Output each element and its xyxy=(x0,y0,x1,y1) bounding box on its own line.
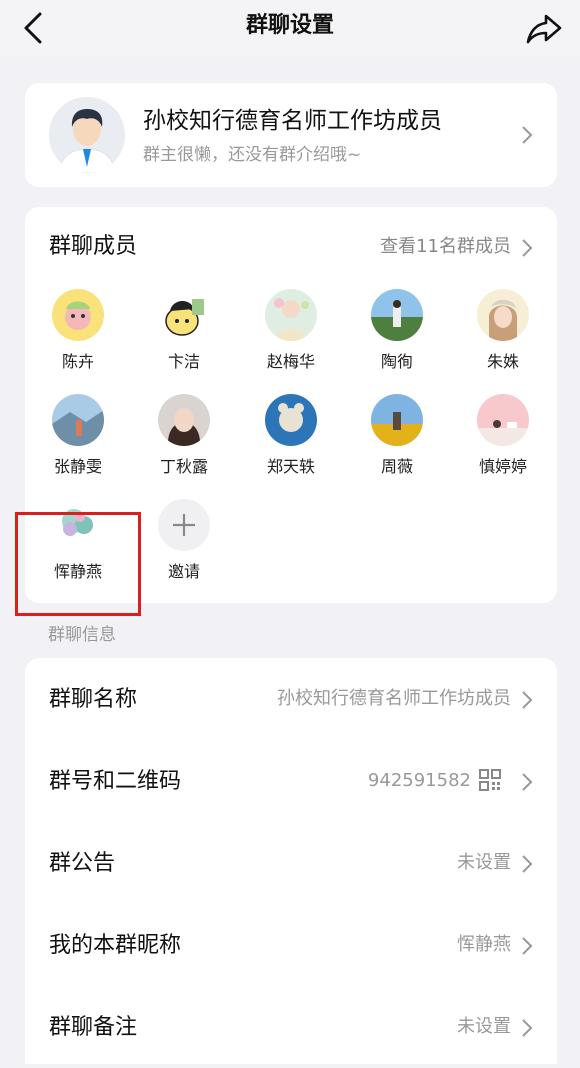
member-item[interactable]: 周薇 xyxy=(357,394,437,490)
member-name: 郑天轶 xyxy=(266,457,315,476)
group-info-card: 群聊名称 孙校知行德育名师工作坊成员 群号和二维码 942591582 群公告 … xyxy=(25,658,557,1064)
member-item[interactable]: 朱姝 xyxy=(463,289,543,385)
member-name: 丁秋露 xyxy=(159,457,208,476)
member-avatar xyxy=(158,394,210,446)
member-name: 陈卉 xyxy=(61,352,94,371)
member-item[interactable]: 丁秋露 xyxy=(144,394,224,490)
group-name: 孙校知行德育名师工作坊成员 xyxy=(143,108,442,134)
row-label: 群号和二维码 xyxy=(49,769,182,794)
view-all-members-link[interactable]: 查看11名群成员 xyxy=(380,234,511,260)
my-group-nickname-row[interactable]: 我的本群昵称 恽静燕 xyxy=(25,904,557,986)
member-avatar xyxy=(158,289,210,341)
qr-code-icon xyxy=(479,769,501,791)
plus-icon xyxy=(173,514,195,536)
chevron-right-icon xyxy=(522,691,533,709)
highlight-box xyxy=(15,512,141,616)
member-avatar xyxy=(371,394,423,446)
member-item[interactable]: 张静雯 xyxy=(38,394,118,490)
members-title: 群聊成员 xyxy=(49,234,138,259)
group-intro: 群主很懒，还没有群介绍哦~ xyxy=(143,145,362,165)
row-value: 未设置 xyxy=(457,852,511,873)
member-name: 周薇 xyxy=(380,457,413,476)
member-item[interactable]: 郑天轶 xyxy=(251,394,331,490)
group-remark-row[interactable]: 群聊备注 未设置 xyxy=(25,986,557,1068)
member-avatar xyxy=(265,289,317,341)
row-value: 942591582 xyxy=(367,770,471,791)
section-label: 群聊信息 xyxy=(48,625,116,645)
chevron-right-icon xyxy=(522,937,533,955)
page-title: 群聊设置 xyxy=(245,13,334,38)
invite-circle xyxy=(158,499,210,551)
member-name: 慎婷婷 xyxy=(478,457,527,476)
row-label: 群聊名称 xyxy=(49,687,138,712)
member-name: 卞洁 xyxy=(167,352,200,371)
row-label: 我的本群昵称 xyxy=(49,933,182,958)
member-item[interactable]: 陶徇 xyxy=(357,289,437,385)
member-item[interactable]: 赵梅华 xyxy=(251,289,331,385)
nav-bar: 群聊设置 xyxy=(0,0,580,56)
share-icon[interactable] xyxy=(524,8,564,48)
member-avatar xyxy=(477,394,529,446)
member-item[interactable]: 慎婷婷 xyxy=(463,394,543,490)
invite-button[interactable]: 邀请 xyxy=(144,499,224,595)
group-announcement-row[interactable]: 群公告 未设置 xyxy=(25,822,557,904)
row-value: 未设置 xyxy=(457,1016,511,1037)
member-item[interactable]: 陈卉 xyxy=(38,289,118,385)
member-avatar xyxy=(52,289,104,341)
row-label: 群公告 xyxy=(49,851,116,876)
row-label: 群聊备注 xyxy=(49,1015,138,1040)
chevron-right-icon xyxy=(522,126,533,144)
member-name: 张静雯 xyxy=(53,457,102,476)
member-name: 朱姝 xyxy=(486,352,519,371)
chevron-right-icon xyxy=(522,1019,533,1037)
group-name-row[interactable]: 群聊名称 孙校知行德育名师工作坊成员 xyxy=(25,658,557,740)
member-avatar xyxy=(371,289,423,341)
chevron-right-icon xyxy=(522,855,533,873)
row-value: 孙校知行德育名师工作坊成员 xyxy=(277,688,511,709)
chevron-right-icon xyxy=(522,773,533,791)
chevron-right-icon xyxy=(522,239,533,257)
member-name: 陶徇 xyxy=(380,352,413,371)
member-avatar xyxy=(265,394,317,446)
group-profile-card[interactable]: 孙校知行德育名师工作坊成员 群主很懒，还没有群介绍哦~ xyxy=(25,83,557,187)
group-qrcode-row[interactable]: 群号和二维码 942591582 xyxy=(25,740,557,822)
group-avatar xyxy=(49,97,125,173)
invite-label: 邀请 xyxy=(167,562,200,581)
member-avatar xyxy=(477,289,529,341)
member-item[interactable]: 卞洁 xyxy=(144,289,224,385)
row-value: 恽静燕 xyxy=(457,934,511,955)
member-name: 赵梅华 xyxy=(266,352,315,371)
member-avatar xyxy=(52,394,104,446)
